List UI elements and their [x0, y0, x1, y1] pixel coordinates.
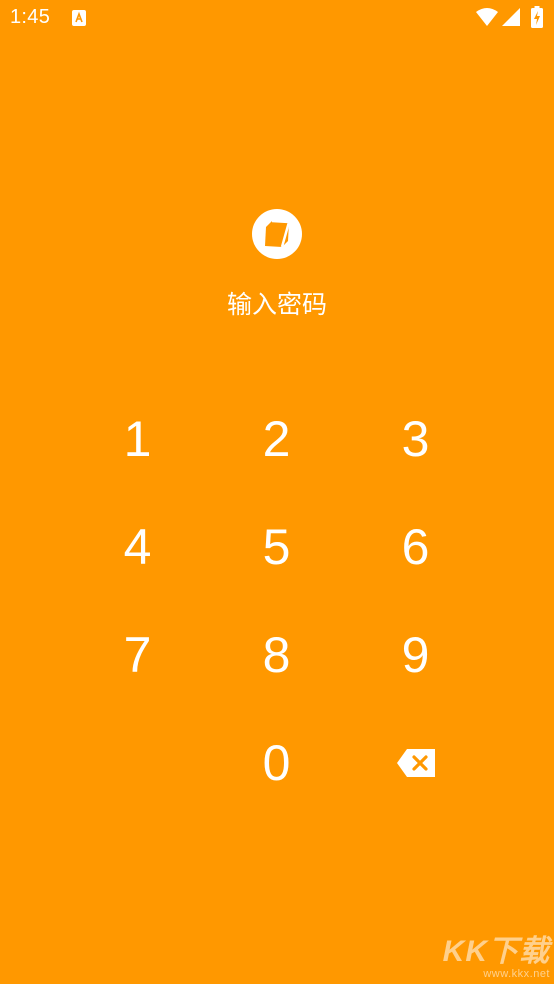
- key-0[interactable]: 0: [207, 709, 346, 817]
- key-5[interactable]: 5: [207, 493, 346, 601]
- status-time: 1:45: [10, 6, 51, 28]
- wifi-icon: [476, 8, 498, 26]
- key-4[interactable]: 4: [68, 493, 207, 601]
- key-2[interactable]: 2: [207, 385, 346, 493]
- backspace-button[interactable]: [346, 709, 485, 817]
- watermark: KK下载 www.kkx.net: [443, 926, 550, 980]
- key-7[interactable]: 7: [68, 601, 207, 709]
- watermark-brand: KK下载: [442, 935, 550, 968]
- key-empty: [68, 709, 207, 817]
- key-9[interactable]: 9: [346, 601, 485, 709]
- status-bar: 1:45: [0, 0, 554, 36]
- password-prompt: 输入密码: [226, 290, 327, 319]
- signal-icon: [502, 8, 520, 26]
- battery-charging-icon: [531, 6, 543, 28]
- key-1[interactable]: 1: [68, 385, 207, 493]
- pin-keypad: 1 2 3 4 5 6 7 8 9 0: [68, 385, 486, 817]
- key-6[interactable]: 6: [346, 493, 485, 601]
- key-3[interactable]: 3: [346, 385, 485, 493]
- notification-a-icon: [72, 10, 86, 26]
- key-8[interactable]: 8: [207, 601, 346, 709]
- app-logo-icon: [252, 209, 302, 259]
- backspace-icon: [396, 749, 435, 777]
